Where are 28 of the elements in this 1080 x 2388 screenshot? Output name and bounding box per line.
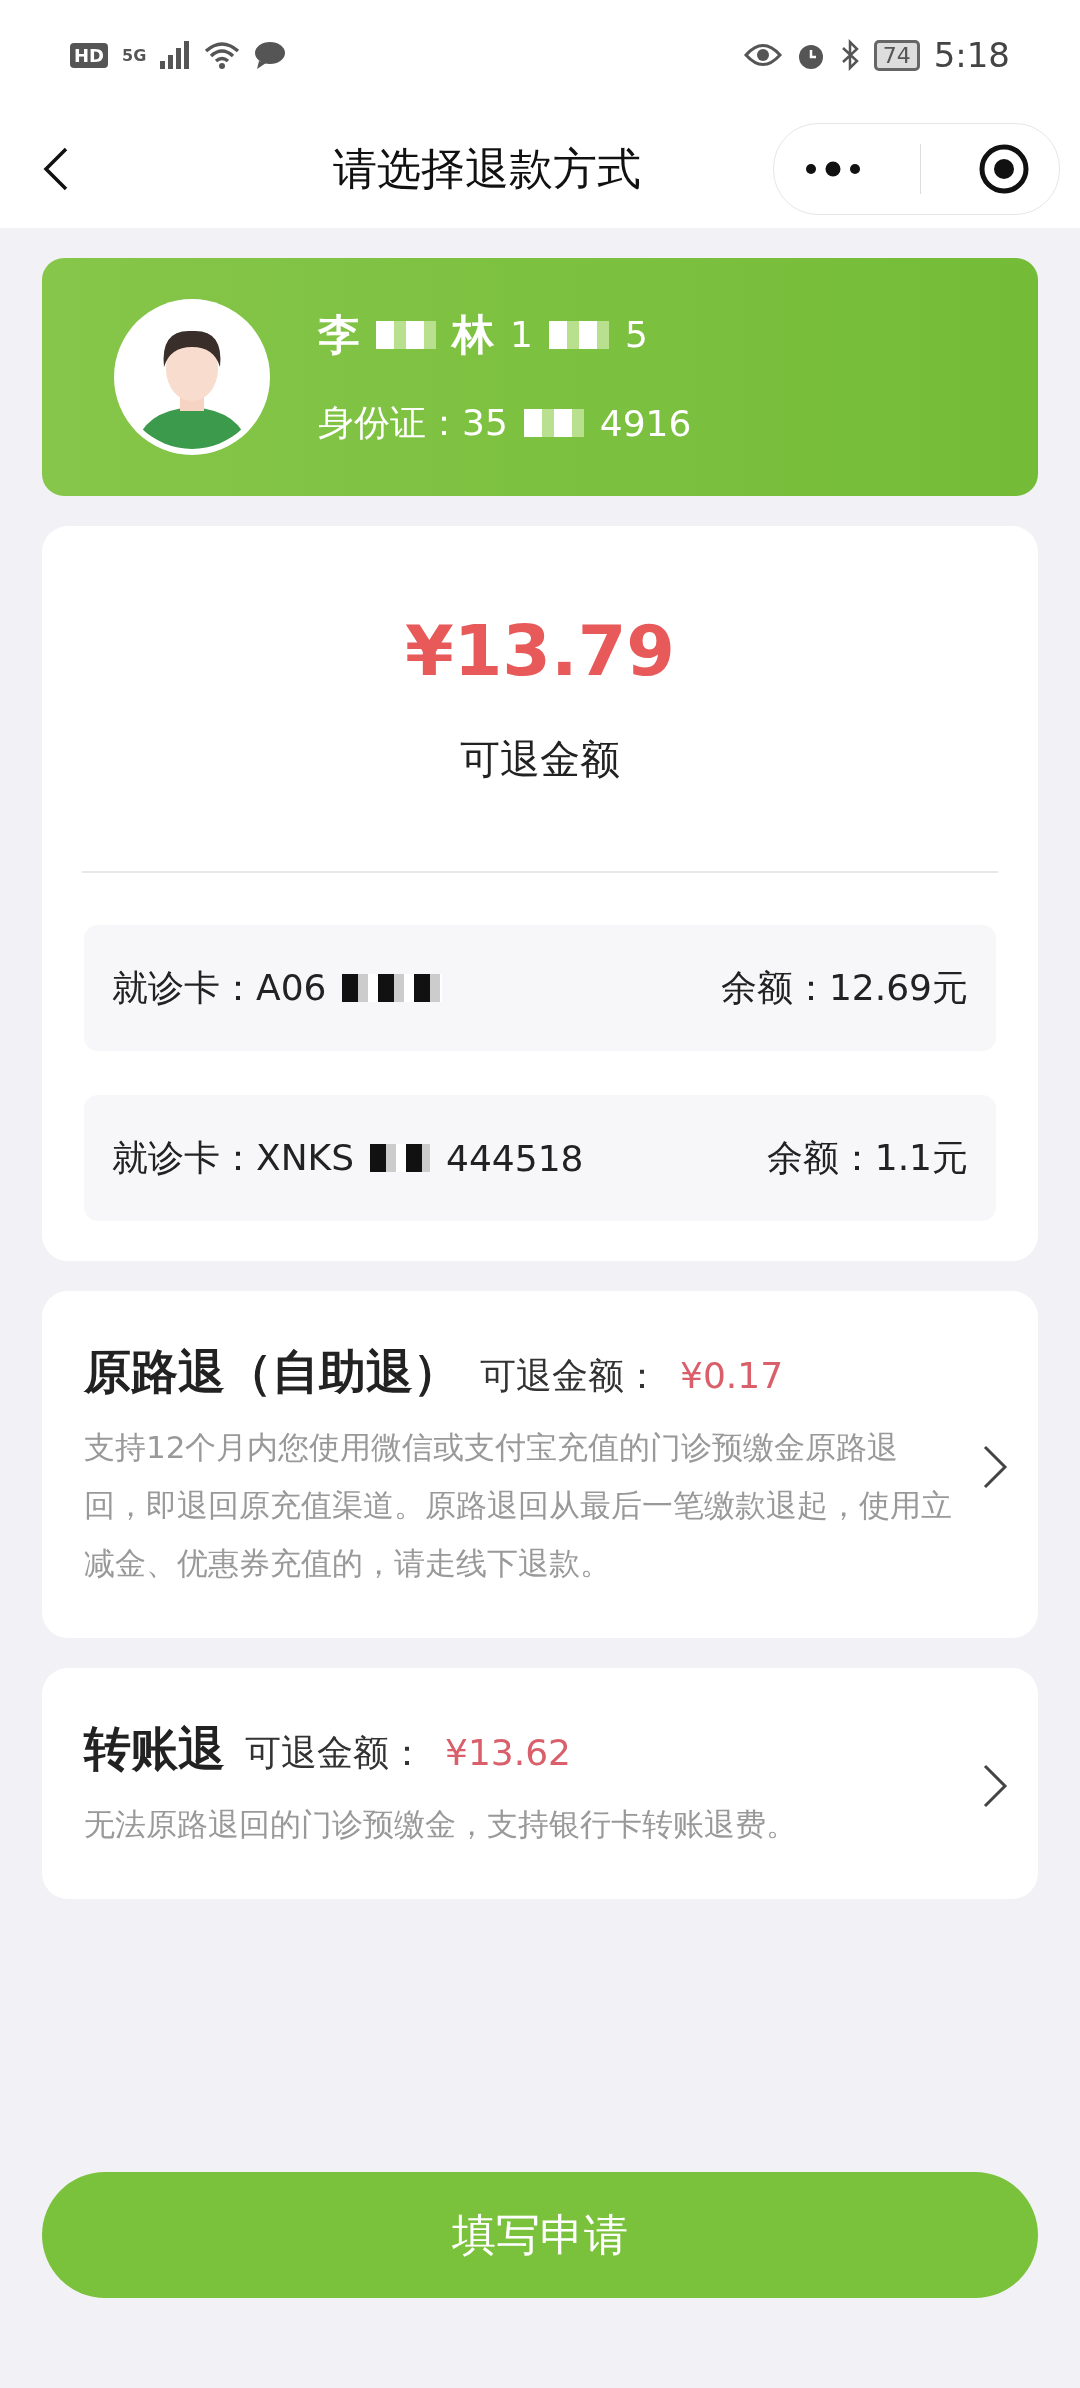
- refund-label: 可退金额: [460, 735, 620, 784]
- redacted-text: 就诊卡：A06: [112, 965, 327, 1010]
- card-balance: 余额：12.69元: [720, 965, 968, 1010]
- refund-option[interactable]: 原路退（自助退） 可退金额： ¥0.17 支持12个月内您使用微信或支付宝充值的门诊预缴金原路退回，即退回原充值渠道。原路退回从最后一笔缴款退起，使用立减金、优惠券充值的，请走线下退款。: [42, 1291, 1038, 1638]
- refund-option[interactable]: 转账退 可退金额： ¥13.62 无法原路退回的门诊预缴金，支持银行卡转账退费。: [42, 1668, 1038, 1899]
- option-title: 转账退: [84, 1720, 225, 1778]
- option-description: 支持12个月内您使用微信或支付宝充值的门诊预缴金原路退回，即退回原充值渠道。原路退回从最后一笔缴款退起，使用立减金、优惠券充值的，请走线下退款。: [84, 1428, 952, 1583]
- option-title: 原路退（自助退）: [84, 1343, 460, 1401]
- option-amount-label: 可退金额：: [480, 1354, 660, 1398]
- clock: 5:18: [933, 35, 1010, 75]
- redacted-text: 1: [510, 314, 533, 355]
- option-amount-label: 可退金额：: [245, 1731, 425, 1775]
- redacted-text: 李: [318, 308, 360, 361]
- option-description: 无法原路退回的门诊预缴金，支持银行卡转账退费。: [84, 1805, 798, 1844]
- redacted-text: 身份证：35: [318, 400, 508, 445]
- hd-badge: HD: [70, 42, 108, 68]
- redacted-text: 就诊卡：XNKS: [112, 1135, 355, 1180]
- network-type: 5G: [122, 45, 147, 65]
- option-amount: ¥13.62: [445, 1732, 571, 1773]
- redacted-text: 444518: [446, 1137, 584, 1179]
- card-balance: 余额：1.1元: [766, 1135, 968, 1180]
- redacted-text: 5: [624, 314, 648, 355]
- redacted-text: 4916: [599, 402, 692, 444]
- refund-amount: ¥13.79: [404, 610, 676, 692]
- redacted-text: 林: [452, 308, 494, 361]
- option-amount: ¥0.17: [680, 1355, 784, 1396]
- page-title: 请选择退款方式: [331, 141, 642, 196]
- battery-level: 74: [873, 39, 920, 71]
